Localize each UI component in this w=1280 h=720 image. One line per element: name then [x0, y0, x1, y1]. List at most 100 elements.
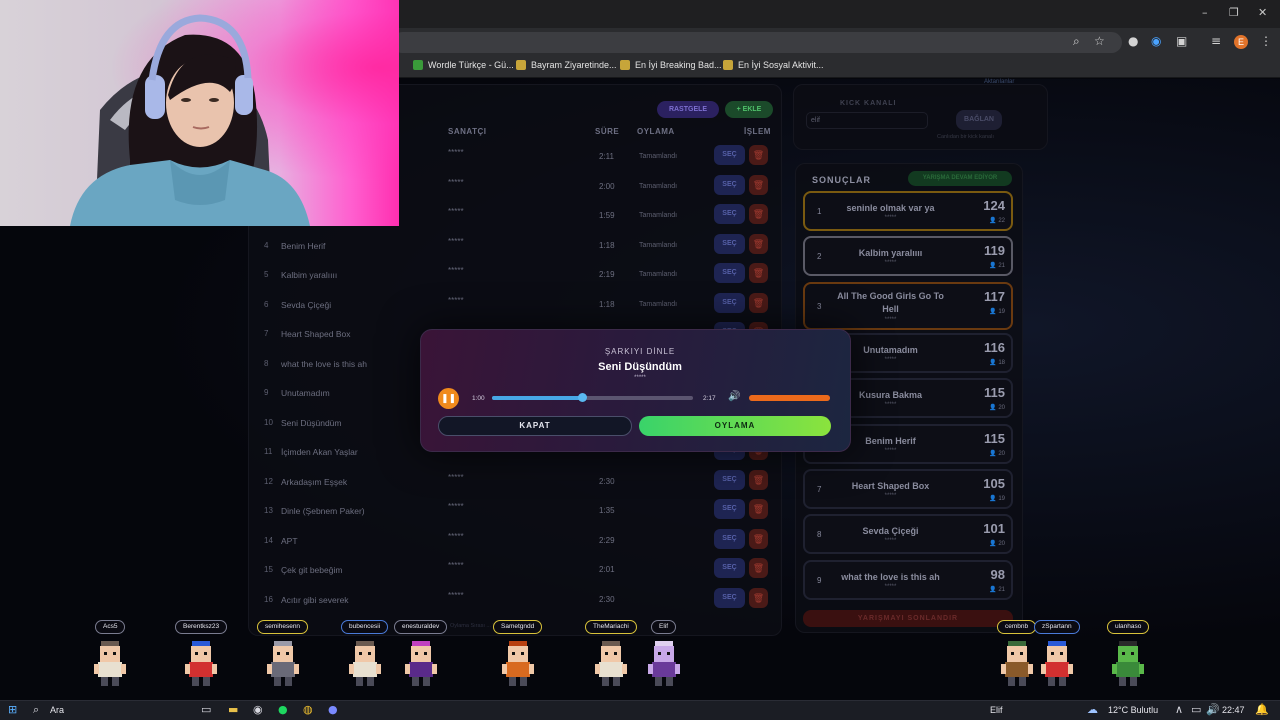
select-button[interactable]: SEÇ: [714, 233, 745, 254]
volume-tray-icon[interactable]: 🔊: [1206, 703, 1220, 716]
search-icon[interactable]: ⌕: [33, 703, 39, 717]
result-voters: 👤 21: [989, 587, 1005, 593]
bookmark-wordle[interactable]: Wordle Türkçe - Gü...: [413, 60, 514, 70]
delete-button[interactable]: 🗑: [749, 558, 768, 578]
minimize-icon[interactable]: –: [1202, 6, 1208, 19]
transferred-link[interactable]: Aktarılanlar: [984, 79, 1014, 85]
delete-button[interactable]: 🗑: [749, 469, 768, 490]
zoom-icon[interactable]: ⌕: [1073, 34, 1080, 49]
select-button[interactable]: SEÇ: [714, 145, 745, 165]
spotify-icon[interactable]: ●: [278, 703, 288, 716]
maximize-icon[interactable]: ❐: [1229, 6, 1239, 19]
row-number: 6: [264, 299, 269, 309]
weather-text[interactable]: 12°C Bulutlu: [1108, 705, 1158, 715]
song-name: Acıtır gibi severek: [281, 594, 349, 605]
select-button[interactable]: SEÇ: [714, 587, 745, 608]
table-row[interactable]: 4 Benim Herif ***** 1:18 Tamamlandı SEÇ 🗑: [256, 231, 776, 261]
result-artist-stars: *****: [884, 584, 897, 590]
row-number: 15: [264, 565, 273, 574]
bookmark-bayram[interactable]: Bayram Ziyaretinde...: [516, 60, 617, 70]
bookmark-breaking-bad[interactable]: En İyi Breaking Bad...: [620, 60, 722, 70]
artist-stars: *****: [448, 590, 464, 600]
delete-button[interactable]: 🗑: [749, 145, 768, 165]
result-card: 2 Kalbim yaralıııı ***** 119 👤 21: [803, 236, 1013, 276]
bookmark-sosyal[interactable]: En İyi Sosyal Aktivit...: [723, 60, 824, 70]
person-icon: 👤: [989, 587, 999, 593]
table-row[interactable]: 16 Acıtır gibi severek ***** 2:30 SEÇ 🗑: [256, 585, 776, 615]
volume-icon[interactable]: 🔊: [728, 391, 740, 402]
select-button[interactable]: SEÇ: [714, 499, 745, 519]
row-number: 9: [264, 388, 269, 397]
delete-button[interactable]: 🗑: [749, 174, 768, 195]
table-row[interactable]: 6 Sevda Çiçeği ***** 1:18 Tamamlandı SEÇ 🗑: [256, 290, 776, 320]
table-row[interactable]: 14 APT ***** 2:29 SEÇ 🗑: [256, 526, 776, 556]
discord-icon[interactable]: ●: [328, 703, 338, 716]
add-song-button[interactable]: + EKLE: [725, 101, 773, 118]
volume-slider[interactable]: [749, 395, 830, 401]
connect-button[interactable]: BAĞLAN: [956, 110, 1002, 130]
select-button[interactable]: SEÇ: [714, 528, 745, 549]
notification-icon[interactable]: 🔔: [1255, 703, 1269, 716]
menu-kebab-icon[interactable]: ⋮: [1260, 34, 1272, 48]
broadcast-icon[interactable]: ◉: [1151, 34, 1161, 48]
shuffle-button[interactable]: RASTGELE: [657, 101, 719, 118]
table-row[interactable]: 5 Kalbim yaralıııı ***** 2:19 Tamamlandı SEÇ 🗑: [256, 260, 776, 290]
select-button[interactable]: SEÇ: [714, 292, 745, 313]
delete-button[interactable]: 🗑: [749, 233, 768, 254]
profile-avatar[interactable]: E: [1234, 35, 1248, 49]
network-icon[interactable]: ▭: [1191, 703, 1201, 716]
select-button[interactable]: SEÇ: [714, 263, 745, 283]
bookmark-star-icon[interactable]: ☆: [1094, 34, 1105, 48]
taskbar-search[interactable]: Ara: [50, 705, 64, 715]
close-button[interactable]: KAPAT: [438, 416, 632, 436]
taskbar-user[interactable]: Elif: [990, 705, 1003, 715]
viewer-avatar: [1111, 641, 1145, 689]
modal-song-name: Seni Düşündüm: [598, 361, 682, 373]
channel-input[interactable]: elif: [806, 112, 928, 129]
tray-chevron-icon[interactable]: ∧: [1175, 703, 1183, 716]
result-artist-stars: *****: [884, 317, 897, 323]
song-duration: 2:30: [599, 476, 615, 486]
extension-icon[interactable]: ●: [1128, 34, 1138, 48]
start-icon[interactable]: ⊞: [8, 703, 17, 716]
delete-button[interactable]: 🗑: [749, 499, 768, 519]
extensions-puzzle-icon[interactable]: ▣: [1176, 34, 1187, 48]
delete-button[interactable]: 🗑: [749, 204, 768, 224]
person-icon: 👤: [989, 263, 999, 269]
result-score: 124: [983, 198, 1005, 213]
select-button[interactable]: SEÇ: [714, 204, 745, 224]
delete-button[interactable]: 🗑: [749, 292, 768, 313]
channel-label: KICK KANALI: [840, 100, 897, 107]
end-contest-button[interactable]: YARIŞMAYI SONLANDIR: [803, 610, 1013, 627]
result-card: 7 Heart Shaped Box ***** 105 👤 19: [803, 469, 1013, 509]
obs-icon[interactable]: ◉: [253, 703, 263, 716]
close-icon[interactable]: ✕: [1258, 6, 1267, 19]
song-duration: 2:01: [599, 565, 615, 574]
row-number: 13: [264, 506, 273, 515]
table-row[interactable]: 15 Çek git bebeğim ***** 2:01 SEÇ 🗑: [256, 555, 776, 585]
file-explorer-icon[interactable]: ▬: [228, 703, 238, 716]
delete-button[interactable]: 🗑: [749, 528, 768, 549]
reading-list-icon[interactable]: ≡: [1211, 34, 1221, 48]
table-row[interactable]: 12 Arkadaşım Eşşek ***** 2:30 SEÇ 🗑: [256, 467, 776, 497]
select-button[interactable]: SEÇ: [714, 469, 745, 490]
delete-button[interactable]: 🗑: [749, 263, 768, 283]
task-view-icon[interactable]: ▭: [201, 703, 211, 716]
result-voters: 👤 20: [989, 405, 1005, 411]
result-artist-stars: *****: [884, 260, 897, 266]
select-button[interactable]: SEÇ: [714, 174, 745, 195]
total-time: 2:17: [703, 395, 716, 402]
url-field[interactable]: [392, 32, 1122, 53]
pause-button[interactable]: ❚❚: [438, 388, 459, 409]
artist-stars: *****: [448, 472, 464, 482]
chrome-icon[interactable]: ◍: [303, 703, 313, 716]
result-voters: 👤 19: [989, 309, 1005, 315]
vote-button[interactable]: OYLAMA: [639, 416, 831, 436]
delete-button[interactable]: 🗑: [749, 587, 768, 608]
seek-slider[interactable]: [492, 393, 693, 402]
clock[interactable]: 22:47: [1222, 705, 1245, 715]
results-title: SONUÇLAR: [812, 175, 871, 185]
select-button[interactable]: SEÇ: [714, 558, 745, 578]
song-name: Unutamadım: [281, 388, 330, 398]
table-row[interactable]: 13 Dinle (Şebnem Paker) ***** 1:35 SEÇ 🗑: [256, 496, 776, 526]
